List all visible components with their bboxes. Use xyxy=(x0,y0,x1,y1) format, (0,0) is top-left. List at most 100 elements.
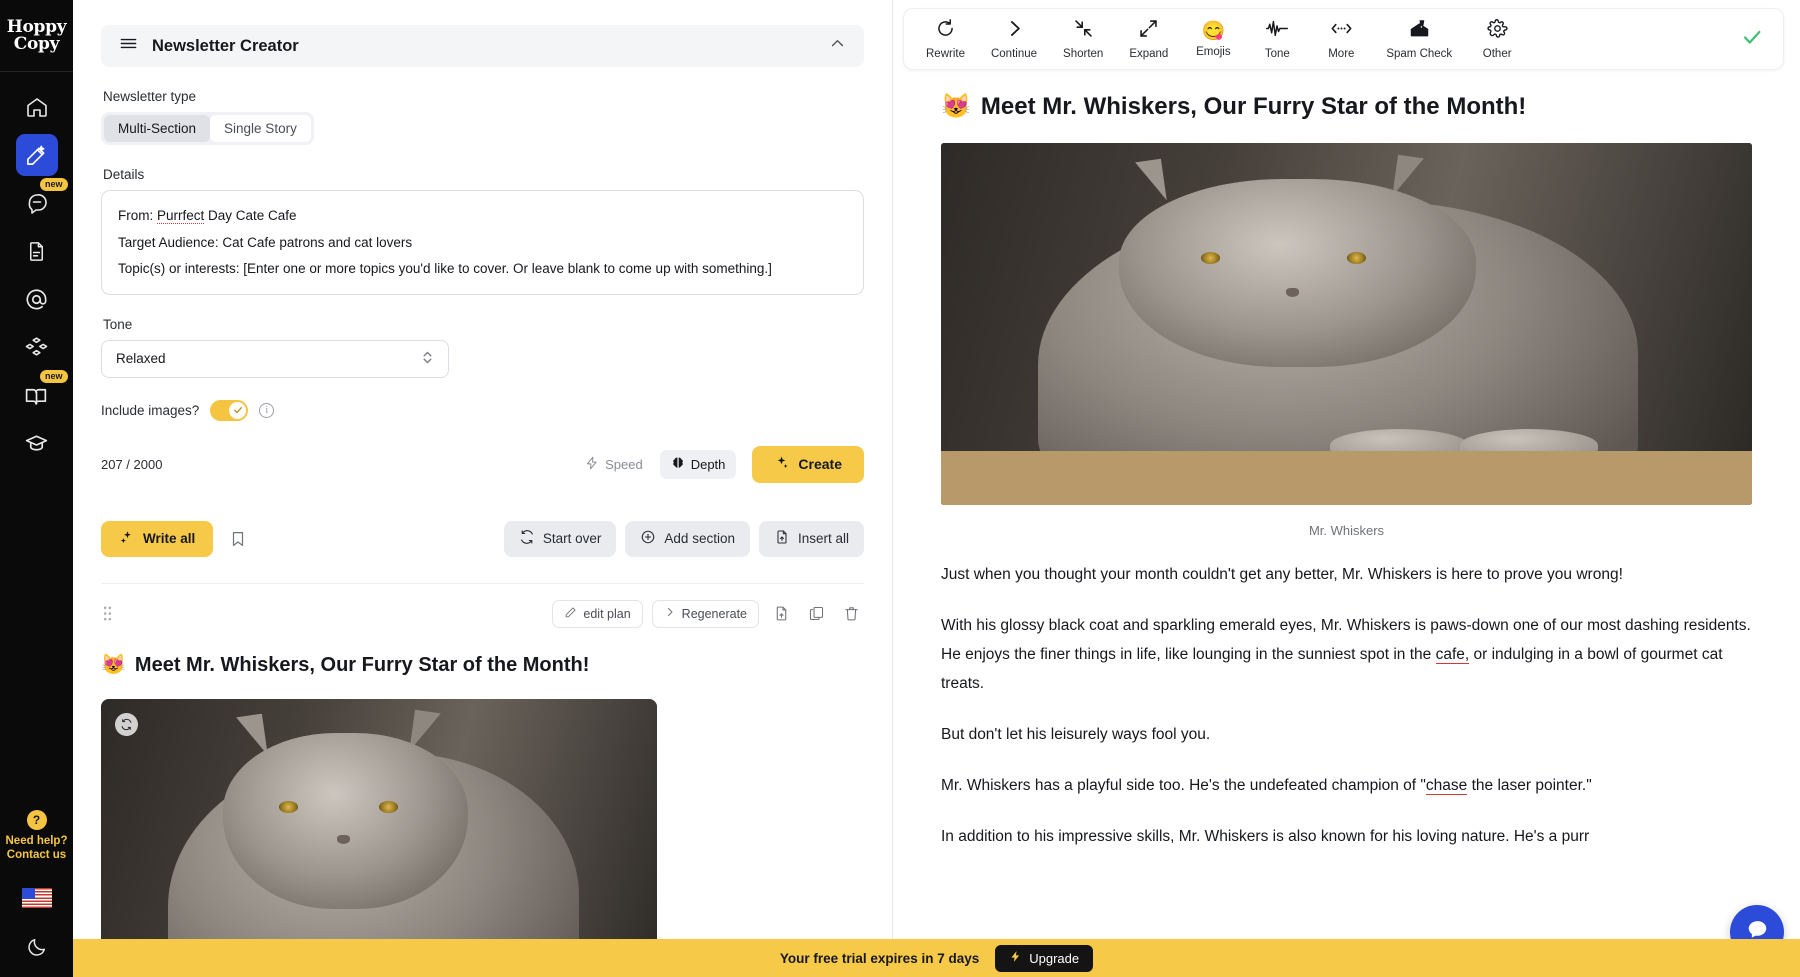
sidebar-item-email[interactable] xyxy=(16,278,58,320)
chat-bubble-icon xyxy=(25,191,49,215)
sidebar-item-academy[interactable] xyxy=(16,422,58,464)
lightning-bolt-icon xyxy=(585,456,599,473)
chevron-right-icon xyxy=(664,606,676,621)
create-button-label: Create xyxy=(798,456,842,472)
preview-paragraph[interactable]: With his glossy black coat and sparkling… xyxy=(941,611,1752,698)
sidebar: Hoppy Copy new new ? Need help? Contact … xyxy=(0,0,73,977)
badge-new-chat: new xyxy=(39,178,68,191)
hamburger-icon[interactable] xyxy=(119,34,138,58)
tool-expand[interactable]: Expand xyxy=(1117,14,1180,64)
tool-continue[interactable]: Continue xyxy=(979,14,1049,64)
sidebar-item-documents[interactable] xyxy=(16,230,58,272)
tool-more[interactable]: More xyxy=(1310,14,1372,64)
write-all-label: Write all xyxy=(143,531,196,546)
help-line-2[interactable]: Contact us xyxy=(7,848,66,862)
refresh-icon xyxy=(519,529,535,548)
write-all-button[interactable]: Write all xyxy=(101,520,214,557)
tone-select[interactable]: Relaxed xyxy=(101,339,449,378)
creator-header[interactable]: Newsletter Creator xyxy=(101,25,864,67)
ellipsis-arrows-icon xyxy=(1330,18,1353,44)
newsletter-section-card: edit plan Regenerate 😻 Meet Mr. Whiskers… xyxy=(101,582,864,977)
tool-spam-check[interactable]: Spam Check xyxy=(1374,14,1464,64)
help-question-icon: ? xyxy=(26,810,47,830)
preview-paragraph[interactable]: In addition to his impressive skills, Mr… xyxy=(941,822,1752,851)
shorten-arrows-icon xyxy=(1073,18,1094,44)
info-icon[interactable]: i xyxy=(259,402,275,418)
sidebar-item-library[interactable]: new xyxy=(16,370,68,416)
blocks-icon xyxy=(24,335,49,360)
start-over-button[interactable]: Start over xyxy=(503,520,617,557)
details-audience-line: Target Audience: Cat Cafe patrons and ca… xyxy=(118,234,413,250)
trash-icon[interactable] xyxy=(838,601,864,627)
home-icon xyxy=(25,95,49,119)
add-section-button[interactable]: Add section xyxy=(625,520,750,557)
tool-rewrite[interactable]: Rewrite xyxy=(914,14,977,64)
help-line-1[interactable]: Need help? xyxy=(6,834,68,848)
upgrade-button[interactable]: Upgrade xyxy=(995,944,1094,972)
gear-icon xyxy=(1487,18,1508,44)
rewrite-icon xyxy=(935,18,956,44)
sidebar-item-create[interactable] xyxy=(15,134,58,176)
edit-plan-button[interactable]: edit plan xyxy=(552,599,643,628)
mode-depth-label: Depth xyxy=(690,456,726,472)
newsletter-type-segmented: Multi-Section Single Story xyxy=(101,112,314,145)
copy-icon[interactable] xyxy=(803,601,829,627)
right-action-buttons: Start over Add section Insert all xyxy=(503,520,864,557)
mode-speed-label: Speed xyxy=(605,456,643,472)
regenerate-button[interactable]: Regenerate xyxy=(651,599,759,628)
sparkles-icon xyxy=(119,530,134,548)
insert-file-icon[interactable] xyxy=(768,601,794,627)
green-check-icon xyxy=(1741,26,1773,53)
include-images-toggle[interactable] xyxy=(210,399,249,421)
bookmark-icon[interactable] xyxy=(229,530,247,548)
start-over-label: Start over xyxy=(542,531,602,546)
details-topics-line: Topic(s) or interests: [Enter one or mor… xyxy=(118,261,772,276)
expand-arrows-icon xyxy=(1138,18,1159,44)
edit-plan-label: edit plan xyxy=(583,606,631,621)
tool-expand-label: Expand xyxy=(1129,48,1169,60)
preview-image-caption: Mr. Whiskers xyxy=(1308,523,1385,538)
sidebar-item-chat[interactable]: new xyxy=(16,178,68,224)
drag-handle-icon[interactable] xyxy=(101,605,114,622)
preview-paragraph[interactable]: But don't let his leisurely ways fool yo… xyxy=(941,720,1752,749)
tool-rewrite-label: Rewrite xyxy=(926,48,965,60)
tool-emojis[interactable]: 😋 Emojis xyxy=(1182,17,1244,62)
preview-image[interactable] xyxy=(941,143,1752,505)
section-actions-row: Write all Start over Add section Insert … xyxy=(101,520,864,557)
brain-icon xyxy=(671,456,685,473)
section-image[interactable] xyxy=(101,698,657,977)
section-title: 😻 Meet Mr. Whiskers, Our Furry Star of t… xyxy=(101,652,864,677)
preview-title: 😻 Meet Mr. Whiskers, Our Furry Star of t… xyxy=(941,92,1752,121)
mode-speed[interactable]: Speed xyxy=(574,450,654,479)
badge-new-library: new xyxy=(39,370,68,383)
mode-depth[interactable]: Depth xyxy=(659,449,737,479)
create-button[interactable]: Create xyxy=(752,445,864,483)
tool-spam-check-label: Spam Check xyxy=(1386,48,1453,60)
insert-all-label: Insert all xyxy=(797,531,849,546)
type-option-single-story[interactable]: Single Story xyxy=(210,115,311,142)
spam-inbox-icon xyxy=(1408,18,1431,44)
details-textarea[interactable]: From: Purrfect Day Cate Cafe Target Audi… xyxy=(101,190,864,295)
create-controls-row: 207 / 2000 Speed Depth Create xyxy=(101,445,864,483)
tool-tone-label: Tone xyxy=(1264,48,1290,60)
sidebar-item-blocks[interactable] xyxy=(16,326,58,368)
sidebar-item-home[interactable] xyxy=(16,86,58,128)
chevron-right-icon xyxy=(1004,18,1025,44)
logo-line-2: Copy xyxy=(13,33,60,54)
type-option-multi-section[interactable]: Multi-Section xyxy=(104,115,211,142)
lightning-bolt-icon xyxy=(1009,950,1022,966)
image-regenerate-icon[interactable] xyxy=(115,712,138,736)
preview-paragraph[interactable]: Just when you thought your month couldn'… xyxy=(941,560,1752,589)
us-flag-icon[interactable] xyxy=(21,888,52,908)
preview-paragraph[interactable]: Mr. Whiskers has a playful side too. He'… xyxy=(941,771,1752,800)
tool-continue-label: Continue xyxy=(990,48,1038,60)
newsletter-editor-panel: Newsletter Creator Newsletter type Multi… xyxy=(73,0,893,977)
moon-icon[interactable] xyxy=(26,936,48,963)
tool-other[interactable]: Other xyxy=(1466,14,1528,64)
tool-tone[interactable]: Tone xyxy=(1246,14,1308,64)
chevron-up-icon[interactable] xyxy=(829,35,846,57)
app-logo[interactable]: Hoppy Copy xyxy=(0,0,73,72)
details-from-line: From: Purrfect Day Cate Cafe xyxy=(118,208,297,224)
insert-all-button[interactable]: Insert all xyxy=(758,520,864,557)
tool-shorten[interactable]: Shorten xyxy=(1051,14,1115,64)
